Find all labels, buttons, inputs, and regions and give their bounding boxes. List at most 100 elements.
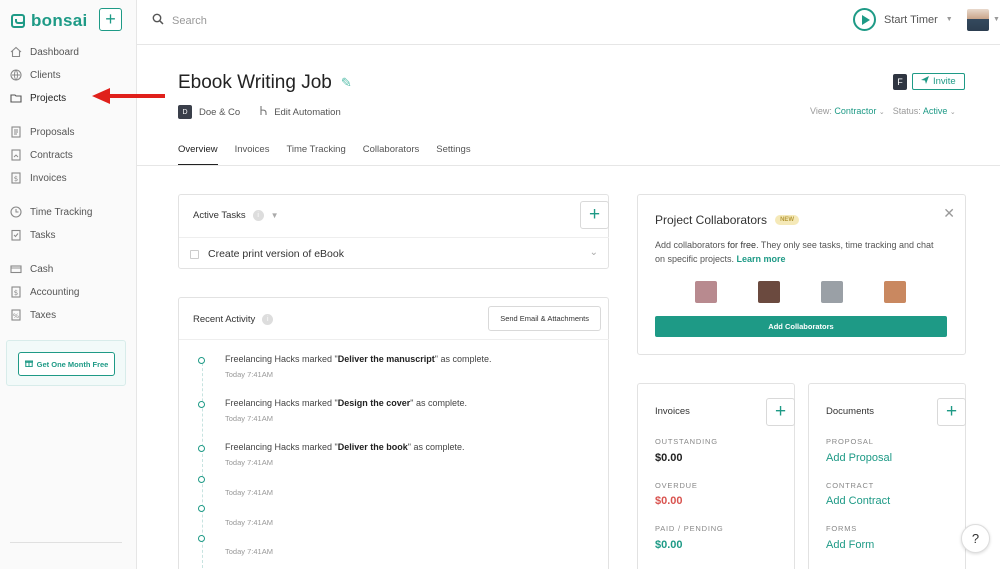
svg-text:$: $ [13, 289, 17, 297]
learn-more-link[interactable]: Learn more [737, 254, 786, 264]
sidebar-item-invoices[interactable]: $ Invoices [9, 171, 67, 185]
promo-panel: Get One Month Free [6, 340, 126, 386]
invoice-icon: $ [9, 172, 22, 185]
sidebar-item-taxes[interactable]: % Taxes [9, 308, 56, 322]
add-invoice-button[interactable]: + [766, 398, 795, 426]
collaborator-avatar [758, 281, 780, 303]
sidebar-item-proposals[interactable]: Proposals [9, 125, 74, 139]
promo-label: Get One Month Free [36, 359, 109, 369]
timeline-dot [198, 401, 205, 408]
activity-text: Freelancing Hacks marked "Design the cov… [225, 398, 467, 408]
sidebar-item-projects[interactable]: Projects [9, 91, 66, 105]
sidebar-item-accounting[interactable]: $ Accounting [9, 285, 79, 299]
add-proposal-link[interactable]: Add Proposal [826, 452, 892, 464]
automation-icon [259, 105, 269, 119]
chevron-down-icon: ⌄ [949, 109, 956, 116]
documents-title: Documents [826, 406, 875, 417]
edit-pencil-icon[interactable]: ✎ [341, 75, 352, 91]
add-task-button[interactable]: + [580, 201, 609, 229]
sidebar-item-label: Accounting [30, 286, 80, 298]
sidebar-item-label: Dashboard [30, 46, 79, 58]
tab-time-tracking[interactable]: Time Tracking [286, 144, 345, 165]
user-avatar[interactable] [967, 9, 989, 31]
sidebar-item-tasks[interactable]: Tasks [9, 228, 56, 242]
chevron-down-icon: ⌄ [878, 109, 885, 116]
tab-invoices[interactable]: Invoices [235, 144, 270, 165]
send-email-attachments-button[interactable]: Send Email & Attachments [488, 306, 601, 331]
invite-button[interactable]: Invite [912, 73, 965, 90]
tab-collaborators[interactable]: Collaborators [363, 144, 420, 165]
add-collaborators-button[interactable]: Add Collaborators [655, 316, 947, 337]
start-timer-button[interactable]: Start Timer ▼ [853, 8, 953, 31]
sidebar-item-time-tracking[interactable]: Time Tracking [9, 205, 92, 219]
close-icon[interactable]: ✕ [943, 205, 955, 222]
info-icon[interactable]: i [252, 210, 264, 221]
sidebar-item-label: Clients [30, 69, 61, 81]
activity-time: Today 7:41AM [225, 414, 273, 423]
invoices-title: Invoices [655, 406, 690, 417]
paid-pending-label: PAID / PENDING [655, 524, 724, 533]
document-icon[interactable]: F [893, 73, 907, 90]
sidebar-item-cash[interactable]: Cash [9, 262, 53, 276]
task-checkbox[interactable] [190, 250, 199, 259]
chevron-down-icon[interactable]: ▼ [271, 211, 279, 220]
sidebar-item-dashboard[interactable]: Dashboard [9, 45, 79, 59]
sidebar-item-label: Projects [30, 92, 67, 104]
create-new-button[interactable]: + [99, 8, 122, 31]
proposal-label: PROPOSAL [826, 437, 874, 446]
edit-automation-link[interactable]: Edit Automation [259, 105, 341, 119]
collaborators-header: Project Collaborators NEW [655, 213, 800, 227]
status-selector[interactable]: Status: Active ⌄ [893, 106, 956, 116]
view-label: View: [810, 106, 832, 116]
contract-label: CONTRACT [826, 481, 875, 490]
view-value: Contractor [834, 106, 877, 116]
activity-time: Today 7:41AM [225, 458, 273, 467]
activity-time: Today 7:41AM [225, 518, 273, 527]
collaborators-title: Project Collaborators [655, 213, 768, 227]
sidebar-item-contracts[interactable]: Contracts [9, 148, 73, 162]
add-form-link[interactable]: Add Form [826, 539, 874, 551]
activity-time: Today 7:41AM [225, 547, 273, 556]
collaborator-avatar [884, 281, 906, 303]
add-contract-link[interactable]: Add Contract [826, 495, 890, 507]
client-name-link[interactable]: Doe & Co [199, 107, 240, 118]
help-button[interactable]: ? [961, 524, 990, 553]
invoices-card: Invoices + OUTSTANDING $0.00 OVERDUE $0.… [637, 383, 795, 569]
project-collaborators-card: Project Collaborators NEW ✕ Add collabor… [637, 194, 966, 355]
sidebar-item-label: Time Tracking [30, 206, 93, 218]
activity-text: Freelancing Hacks marked "Deliver the bo… [225, 442, 465, 452]
sidebar-item-label: Proposals [30, 126, 75, 138]
clients-icon [9, 69, 22, 82]
view-selector[interactable]: View: Contractor ⌄ [810, 106, 885, 116]
search-box[interactable]: Search [152, 13, 207, 28]
tasks-icon [9, 229, 22, 242]
taxes-icon: % [9, 309, 22, 322]
chevron-down-icon[interactable]: ▼ [993, 16, 1000, 23]
bonsai-logo[interactable]: bonsai [11, 11, 88, 31]
collaborators-description: Add collaborators for free. They only se… [655, 238, 945, 266]
sidebar-item-clients[interactable]: Clients [9, 68, 61, 82]
outstanding-value: $0.00 [655, 452, 683, 464]
search-input[interactable]: Search [172, 15, 207, 27]
tab-settings[interactable]: Settings [436, 144, 470, 165]
top-bar: Search Start Timer ▼ ▼ [137, 0, 1000, 45]
info-icon[interactable]: i [262, 314, 274, 325]
outstanding-label: OUTSTANDING [655, 437, 718, 446]
overdue-value: $0.00 [655, 495, 683, 507]
header-actions: F Invite [893, 73, 965, 90]
paid-pending-value: $0.00 [655, 539, 683, 551]
tab-overview[interactable]: Overview [178, 144, 218, 166]
accounting-icon: $ [9, 286, 22, 299]
sidebar-item-label: Tasks [30, 229, 56, 241]
sidebar-divider [10, 542, 122, 543]
svg-text:$: $ [13, 175, 17, 183]
get-one-month-free-button[interactable]: Get One Month Free [18, 352, 115, 376]
add-document-button[interactable]: + [937, 398, 966, 426]
timeline-dot [198, 476, 205, 483]
invite-label: Invite [933, 76, 956, 87]
task-item[interactable]: Create print version of eBook ⌄ [179, 237, 609, 269]
active-tasks-header[interactable]: Active Tasks i ▼ [193, 210, 279, 221]
timeline-dot [198, 445, 205, 452]
chevron-down-icon[interactable]: ⌄ [590, 247, 598, 258]
activity-task-name: Design the cover [337, 398, 411, 408]
